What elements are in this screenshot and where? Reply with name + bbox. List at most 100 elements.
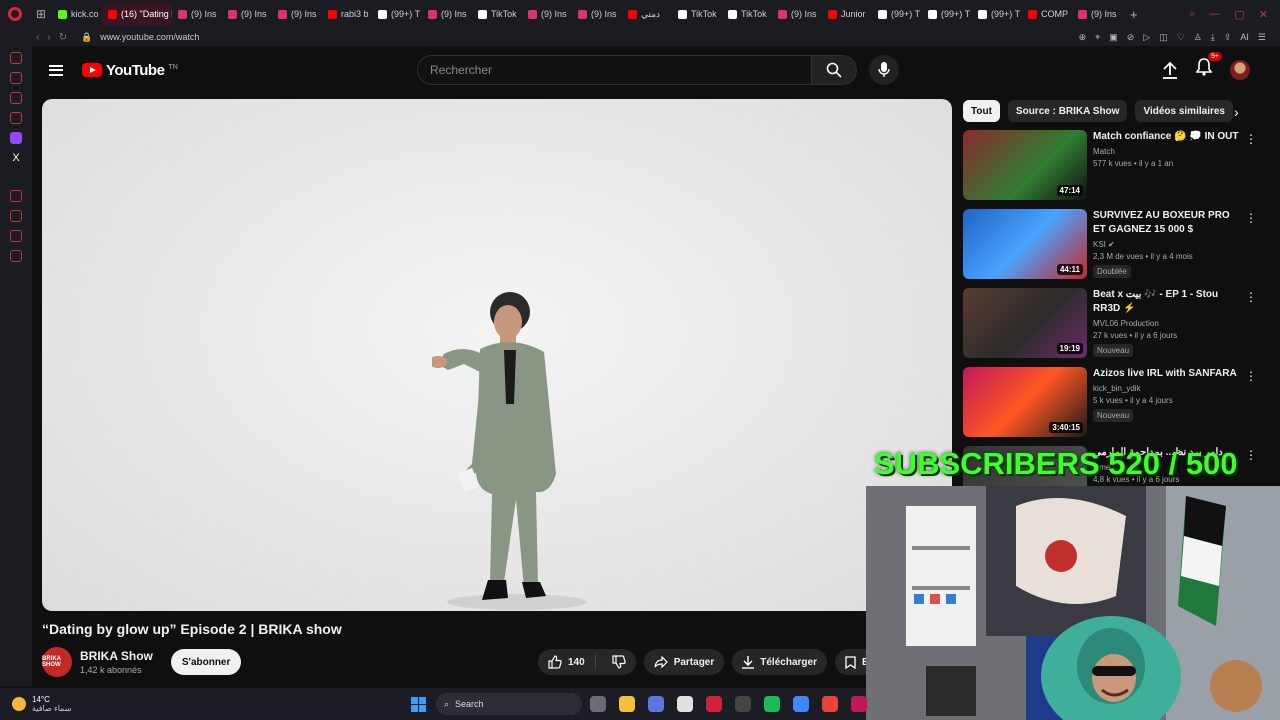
opera-taskbar-icon[interactable] [706,696,722,712]
browser-tab[interactable]: (99+) T [972,3,1022,25]
menu-icon[interactable]: ☰ [1258,32,1266,43]
browser-tab[interactable]: TikTok [722,3,772,25]
search-button[interactable] [811,55,857,85]
upload-icon[interactable] [1162,61,1178,79]
download-icon[interactable]: ⤓ [1211,32,1215,43]
share-button[interactable]: Partager [643,649,725,675]
chips-next-icon[interactable]: › [1234,104,1239,120]
pin-icon[interactable]: ⌖ [1095,32,1100,43]
share-icon[interactable]: ⇪ [1224,32,1232,43]
browser-tab[interactable]: rabi3 b [322,3,372,25]
related-video-item[interactable]: 19:19 Beat x بيت 🎶 - EP 1 - Stou RR3D ⚡ MV… [963,288,1263,367]
download-button[interactable]: Télécharger [732,649,827,675]
related-video-item[interactable]: 44:11 SURVIVEZ AU BOXEUR PRO ET GAGNEZ 15… [963,209,1263,288]
profile-icon[interactable]: ♙ [1194,32,1202,43]
sidebar-player-icon[interactable] [10,190,22,202]
channel-name[interactable]: BRIKA Show [80,649,153,663]
sidebar-twitch-icon[interactable] [10,132,22,144]
settings-taskbar-icon[interactable] [735,696,751,712]
new-tab-icon[interactable]: + [1122,7,1146,22]
sidebar-instagram-icon[interactable] [10,112,22,124]
browser-tab[interactable]: (9) Ins [572,3,622,25]
tab-overview-icon[interactable]: ⊞ [30,0,52,28]
related-video-thumbnail[interactable]: 3:40:15 [963,367,1087,437]
browser-tab[interactable]: COMP [1022,3,1072,25]
more-options-icon[interactable]: ⋮ [1245,211,1257,225]
browser-tab[interactable]: (99+) T [922,3,972,25]
ai-icon[interactable]: AI [1240,32,1249,43]
close-icon[interactable]: ✕ [1259,8,1268,21]
related-video-thumbnail[interactable]: 19:19 [963,288,1087,358]
app-icon[interactable] [851,696,867,712]
weather-widget[interactable]: 14°C سماء صافية [0,695,72,713]
url-field[interactable]: www.youtube.com/watch [100,32,199,42]
browser-tab[interactable]: kick.co [52,3,102,25]
channel-avatar[interactable]: BRIKA SHOW [42,647,72,677]
browser-tab[interactable]: (9) Ins [422,3,472,25]
sidebar-history-icon[interactable] [10,52,22,64]
heart-icon[interactable]: ♡ [1177,32,1185,43]
browser-tab[interactable]: Junior [822,3,872,25]
adblock-icon[interactable]: ⊘ [1127,32,1135,43]
browser-tab[interactable]: (99+) T [872,3,922,25]
browser-tab[interactable]: (9) Ins [172,3,222,25]
minimize-icon[interactable]: — [1209,8,1220,21]
video-player[interactable] [42,99,952,611]
browser-tab[interactable]: (9) Ins [272,3,322,25]
related-video-thumbnail[interactable]: 44:11 [963,209,1087,279]
sidebar-chat-icon[interactable] [10,92,22,104]
browser-tab[interactable]: (9) Ins [222,3,272,25]
back-icon[interactable]: ‹ [36,32,39,43]
search-input[interactable] [417,55,811,85]
sidebar-bookmarks-icon[interactable] [10,230,22,242]
reload-icon[interactable]: ↻ [59,32,67,43]
windows-start-icon[interactable] [411,697,426,712]
chrome-icon[interactable] [793,696,809,712]
filter-chip[interactable]: Vidéos similaires [1135,100,1233,122]
filter-chip[interactable]: Source : BRIKA Show [1007,100,1128,122]
store-icon[interactable] [677,696,693,712]
search-tabs-icon[interactable]: ⌕ [1189,8,1195,21]
like-button[interactable]: 140 [538,654,596,670]
filter-chip[interactable]: Tout [963,100,1000,122]
youtube-logo[interactable]: YouTube TN [82,62,178,79]
screenshot-icon[interactable]: ▣ [1109,32,1118,43]
browser-tab[interactable]: (9) Ins [1072,3,1122,25]
account-avatar[interactable] [1230,59,1250,80]
related-video-item[interactable]: 3:40:15 Azizos live IRL with SANFARA kick_… [963,367,1263,446]
forward-icon[interactable]: › [47,32,50,43]
browser-tab[interactable]: (16) "Dating b [102,3,172,25]
more-options-icon[interactable]: ⋮ [1245,290,1257,304]
sidebar-clock-icon[interactable] [10,210,22,222]
dislike-button[interactable] [602,655,636,669]
copilot-icon[interactable] [648,696,664,712]
more-options-icon[interactable]: ⋮ [1245,369,1257,383]
voice-search-button[interactable] [869,55,899,85]
browser-tab[interactable]: دمتي [622,3,672,25]
sidebar-settings-icon[interactable] [10,250,22,262]
sidebar-x-icon[interactable]: X [10,152,22,164]
player-icon[interactable]: ▷ [1143,32,1150,43]
sidebar-messenger-icon[interactable] [10,72,22,84]
related-video-item[interactable]: 47:14 Match confiance 🤔 💭 IN OUT Match 577 … [963,130,1263,209]
notifications-button[interactable]: 9+ [1195,52,1222,81]
browser-tab[interactable]: (9) Ins [772,3,822,25]
browser-tab[interactable]: TikTok [472,3,522,25]
browser-tab[interactable]: (99+) T [372,3,422,25]
browser-tab[interactable]: (9) Ins [522,3,572,25]
extension-icon[interactable]: ◫ [1159,32,1168,43]
browser-tab[interactable]: TikTok [672,3,722,25]
more-options-icon[interactable]: ⋮ [1245,448,1257,462]
guide-menu-button[interactable] [32,64,80,76]
subscribe-button[interactable]: S'abonner [170,649,242,675]
opera-logo-icon[interactable] [0,0,30,28]
maximize-icon[interactable]: ▢ [1234,8,1244,21]
spotify-icon[interactable] [764,696,780,712]
chrome-alt-icon[interactable] [822,696,838,712]
zoom-icon[interactable]: ⊕ [1079,32,1087,43]
task-view-icon[interactable] [590,696,606,712]
file-explorer-icon[interactable] [619,696,635,712]
taskbar-search[interactable]: ⌕ Search [436,693,582,715]
more-options-icon[interactable]: ⋮ [1245,132,1257,146]
related-video-thumbnail[interactable]: 47:14 [963,130,1087,200]
